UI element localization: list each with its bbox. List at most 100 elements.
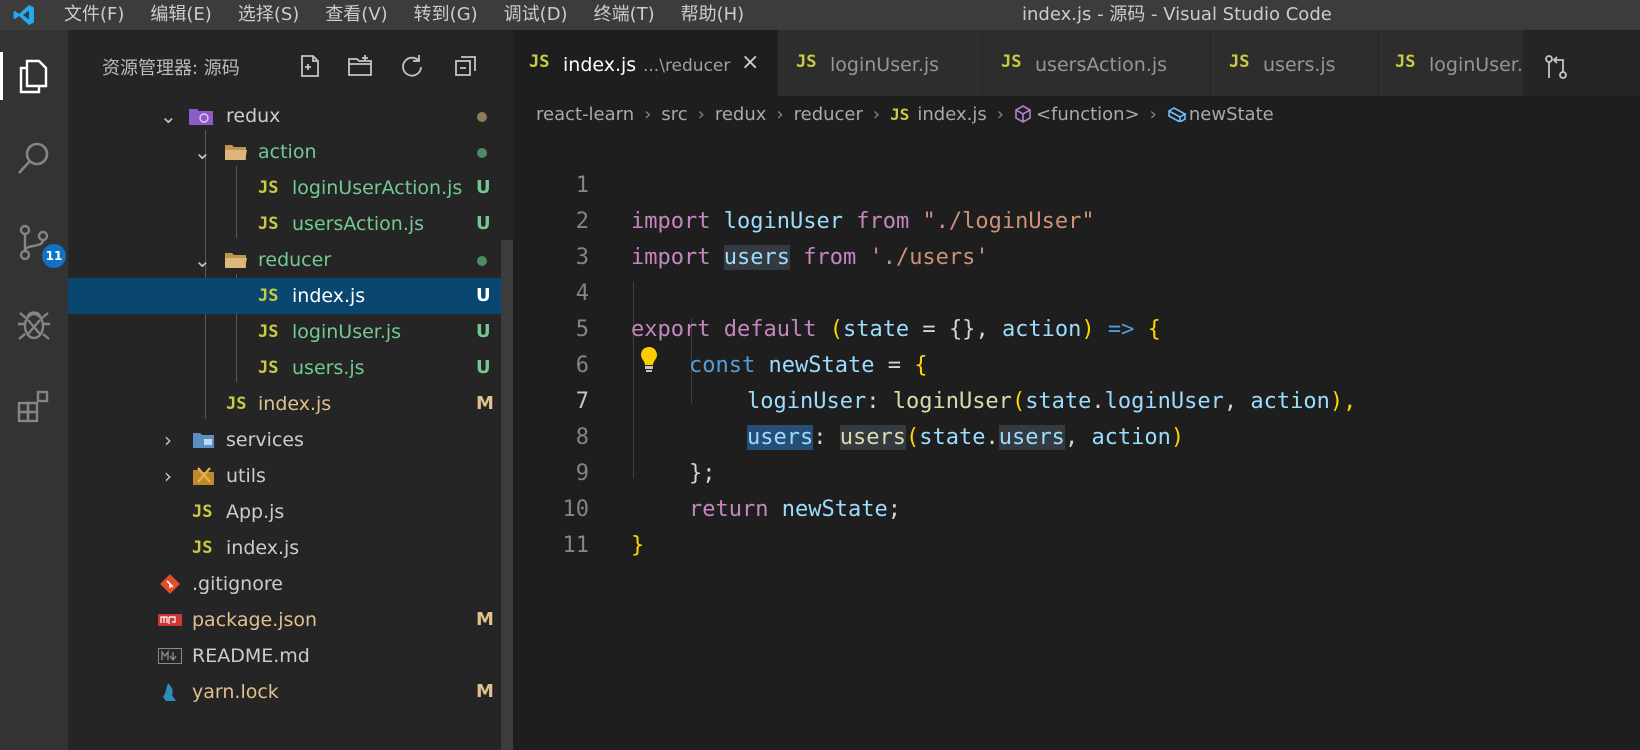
tab-label: index.js: [563, 54, 637, 76]
tree-item-label: yarn.lock: [192, 681, 279, 703]
tree-file-yarn-lock[interactable]: yarn.lock M: [68, 674, 513, 710]
extensions-button[interactable]: [8, 380, 60, 432]
menu-selection[interactable]: 选择(S): [238, 0, 299, 30]
debug-button[interactable]: [8, 298, 60, 350]
menu-help[interactable]: 帮助(H): [681, 0, 745, 30]
git-status: M: [476, 681, 494, 702]
window-title: index.js - 源码 - Visual Studio Code: [1022, 4, 1332, 25]
untracked-dot: [477, 148, 487, 158]
tree-file-reducer-index[interactable]: JS index.js U: [68, 278, 513, 314]
tree-file-loginuser[interactable]: JS loginUser.js U: [68, 314, 513, 350]
tree-folder-services[interactable]: › services: [68, 422, 513, 458]
tree-file-loginuseraction[interactable]: JS loginUserAction.js U: [68, 170, 513, 206]
symbol-method-icon: [1015, 105, 1031, 123]
refresh-button[interactable]: [398, 52, 426, 80]
menu-edit[interactable]: 编辑(E): [150, 0, 211, 30]
refresh-icon: [402, 55, 422, 77]
menu-debug[interactable]: 调试(D): [504, 0, 568, 30]
close-icon[interactable]: ×: [741, 50, 759, 75]
code-line: 10 }: [513, 456, 1640, 558]
npm-file-icon: [158, 614, 182, 626]
tree-file-src-index[interactable]: JS index.js: [68, 530, 513, 566]
breadcrumb-item[interactable]: react-learn: [536, 104, 634, 125]
tab-description: ...\reducer: [643, 56, 731, 76]
tree-item-label: index.js: [292, 285, 366, 307]
code-line: 6 loginUser: loginUser(state.loginUser, …: [513, 312, 1640, 414]
code-line: 3: [513, 204, 1640, 270]
tree-folder-redux[interactable]: ⌄ redux: [68, 98, 513, 134]
yarn-file-icon: [163, 683, 176, 701]
tree-item-label: loginUser.js: [292, 321, 402, 343]
sidebar-scrollbar[interactable]: [501, 240, 513, 750]
collapse-all-icon: [455, 56, 476, 76]
menu-view[interactable]: 查看(V): [325, 0, 387, 30]
menu-go[interactable]: 转到(G): [414, 0, 478, 30]
code-line: 4 export default (state = {}, action) =>…: [513, 240, 1640, 342]
js-file-icon: JS: [192, 538, 213, 558]
breadcrumb-item[interactable]: <function>: [1036, 104, 1140, 125]
tree-folder-action[interactable]: ⌄ action: [68, 134, 513, 170]
chevron-right-icon: ›: [697, 103, 705, 125]
chevron-right-icon: ›: [776, 103, 784, 125]
lightbulb-icon[interactable]: [638, 345, 660, 373]
tree-file-redux-index[interactable]: JS index.js M: [68, 386, 513, 422]
tree-folder-utils[interactable]: › utils: [68, 458, 513, 494]
tree-file-gitignore[interactable]: .gitignore: [68, 566, 513, 602]
tree-item-label: users.js: [292, 357, 365, 379]
js-file-icon: JS: [258, 322, 279, 342]
breadcrumb-item[interactable]: redux: [715, 104, 767, 125]
tree-item-label: services: [226, 429, 304, 451]
breadcrumb-item[interactable]: newState: [1189, 104, 1274, 125]
compare-changes-icon[interactable]: [1541, 52, 1571, 82]
chevron-right-icon: ›: [996, 103, 1004, 125]
tree-file-readme[interactable]: README.md: [68, 638, 513, 674]
breadcrumb-item[interactable]: index.js: [917, 104, 986, 125]
tree-file-users[interactable]: JS users.js U: [68, 350, 513, 386]
tree-item-label: index.js: [258, 393, 332, 415]
new-folder-button[interactable]: [346, 52, 374, 80]
source-control-badge: 11: [42, 244, 66, 268]
code-line: 9 return newState;: [513, 420, 1640, 522]
code-line: 11: [513, 492, 1640, 558]
js-file-icon: JS: [890, 104, 910, 124]
search-icon: [18, 142, 49, 174]
js-file-icon: JS: [258, 214, 279, 234]
menu-bar: 文件(F) 编辑(E) 选择(S) 查看(V) 转到(G) 调试(D) 终端(T…: [64, 0, 770, 30]
source-control-button[interactable]: 11: [8, 216, 66, 268]
tree-file-usersaction[interactable]: JS usersAction.js U: [68, 206, 513, 242]
tree-item-label: loginUserAction.js: [292, 177, 463, 199]
explorer-button[interactable]: [0, 50, 60, 102]
breadcrumb-item[interactable]: src: [661, 104, 687, 125]
chevron-right-icon: ›: [1149, 103, 1157, 125]
tab-loginuser-js[interactable]: JS loginUser.js: [778, 30, 983, 96]
menu-terminal[interactable]: 终端(T): [594, 0, 655, 30]
modified-dot: [477, 112, 487, 122]
tree-file-app[interactable]: JS App.js: [68, 494, 513, 530]
search-view-button[interactable]: [8, 132, 60, 184]
git-file-icon: [160, 574, 180, 594]
breadcrumb-item[interactable]: reducer: [794, 104, 863, 125]
tree-item-label: utils: [226, 465, 266, 487]
tree-folder-reducer[interactable]: ⌄ reducer: [68, 242, 513, 278]
tree-item-label: index.js: [226, 537, 300, 559]
chevron-right-icon: ›: [872, 103, 881, 125]
tab-index-js[interactable]: JS index.js ...\reducer ×: [513, 30, 778, 96]
tab-usersaction-js[interactable]: JS usersAction.js: [983, 30, 1211, 96]
tab-loginuser-truncated[interactable]: JS loginUser.: [1379, 30, 1524, 96]
chevron-down-icon: ⌄: [160, 104, 177, 128]
explorer-title: 资源管理器: 源码: [102, 58, 240, 79]
tab-bar: JS index.js ...\reducer × JS loginUser.j…: [513, 30, 1640, 96]
js-file-icon: JS: [1395, 52, 1416, 72]
git-status: U: [476, 177, 491, 198]
collapse-all-button[interactable]: [452, 52, 480, 80]
menu-file[interactable]: 文件(F): [64, 0, 124, 30]
tab-label: users.js: [1263, 54, 1336, 76]
new-file-button[interactable]: [296, 52, 324, 80]
git-status: U: [476, 321, 491, 342]
symbol-variable-icon: [1167, 107, 1187, 122]
git-status: M: [476, 609, 494, 630]
tab-users-js[interactable]: JS users.js: [1211, 30, 1379, 96]
tree-file-package-json[interactable]: package.json M: [68, 602, 513, 638]
tree-item-label: README.md: [192, 645, 310, 667]
code-editor[interactable]: 1 import loginUser from "./loginUser" 2 …: [513, 132, 1640, 750]
